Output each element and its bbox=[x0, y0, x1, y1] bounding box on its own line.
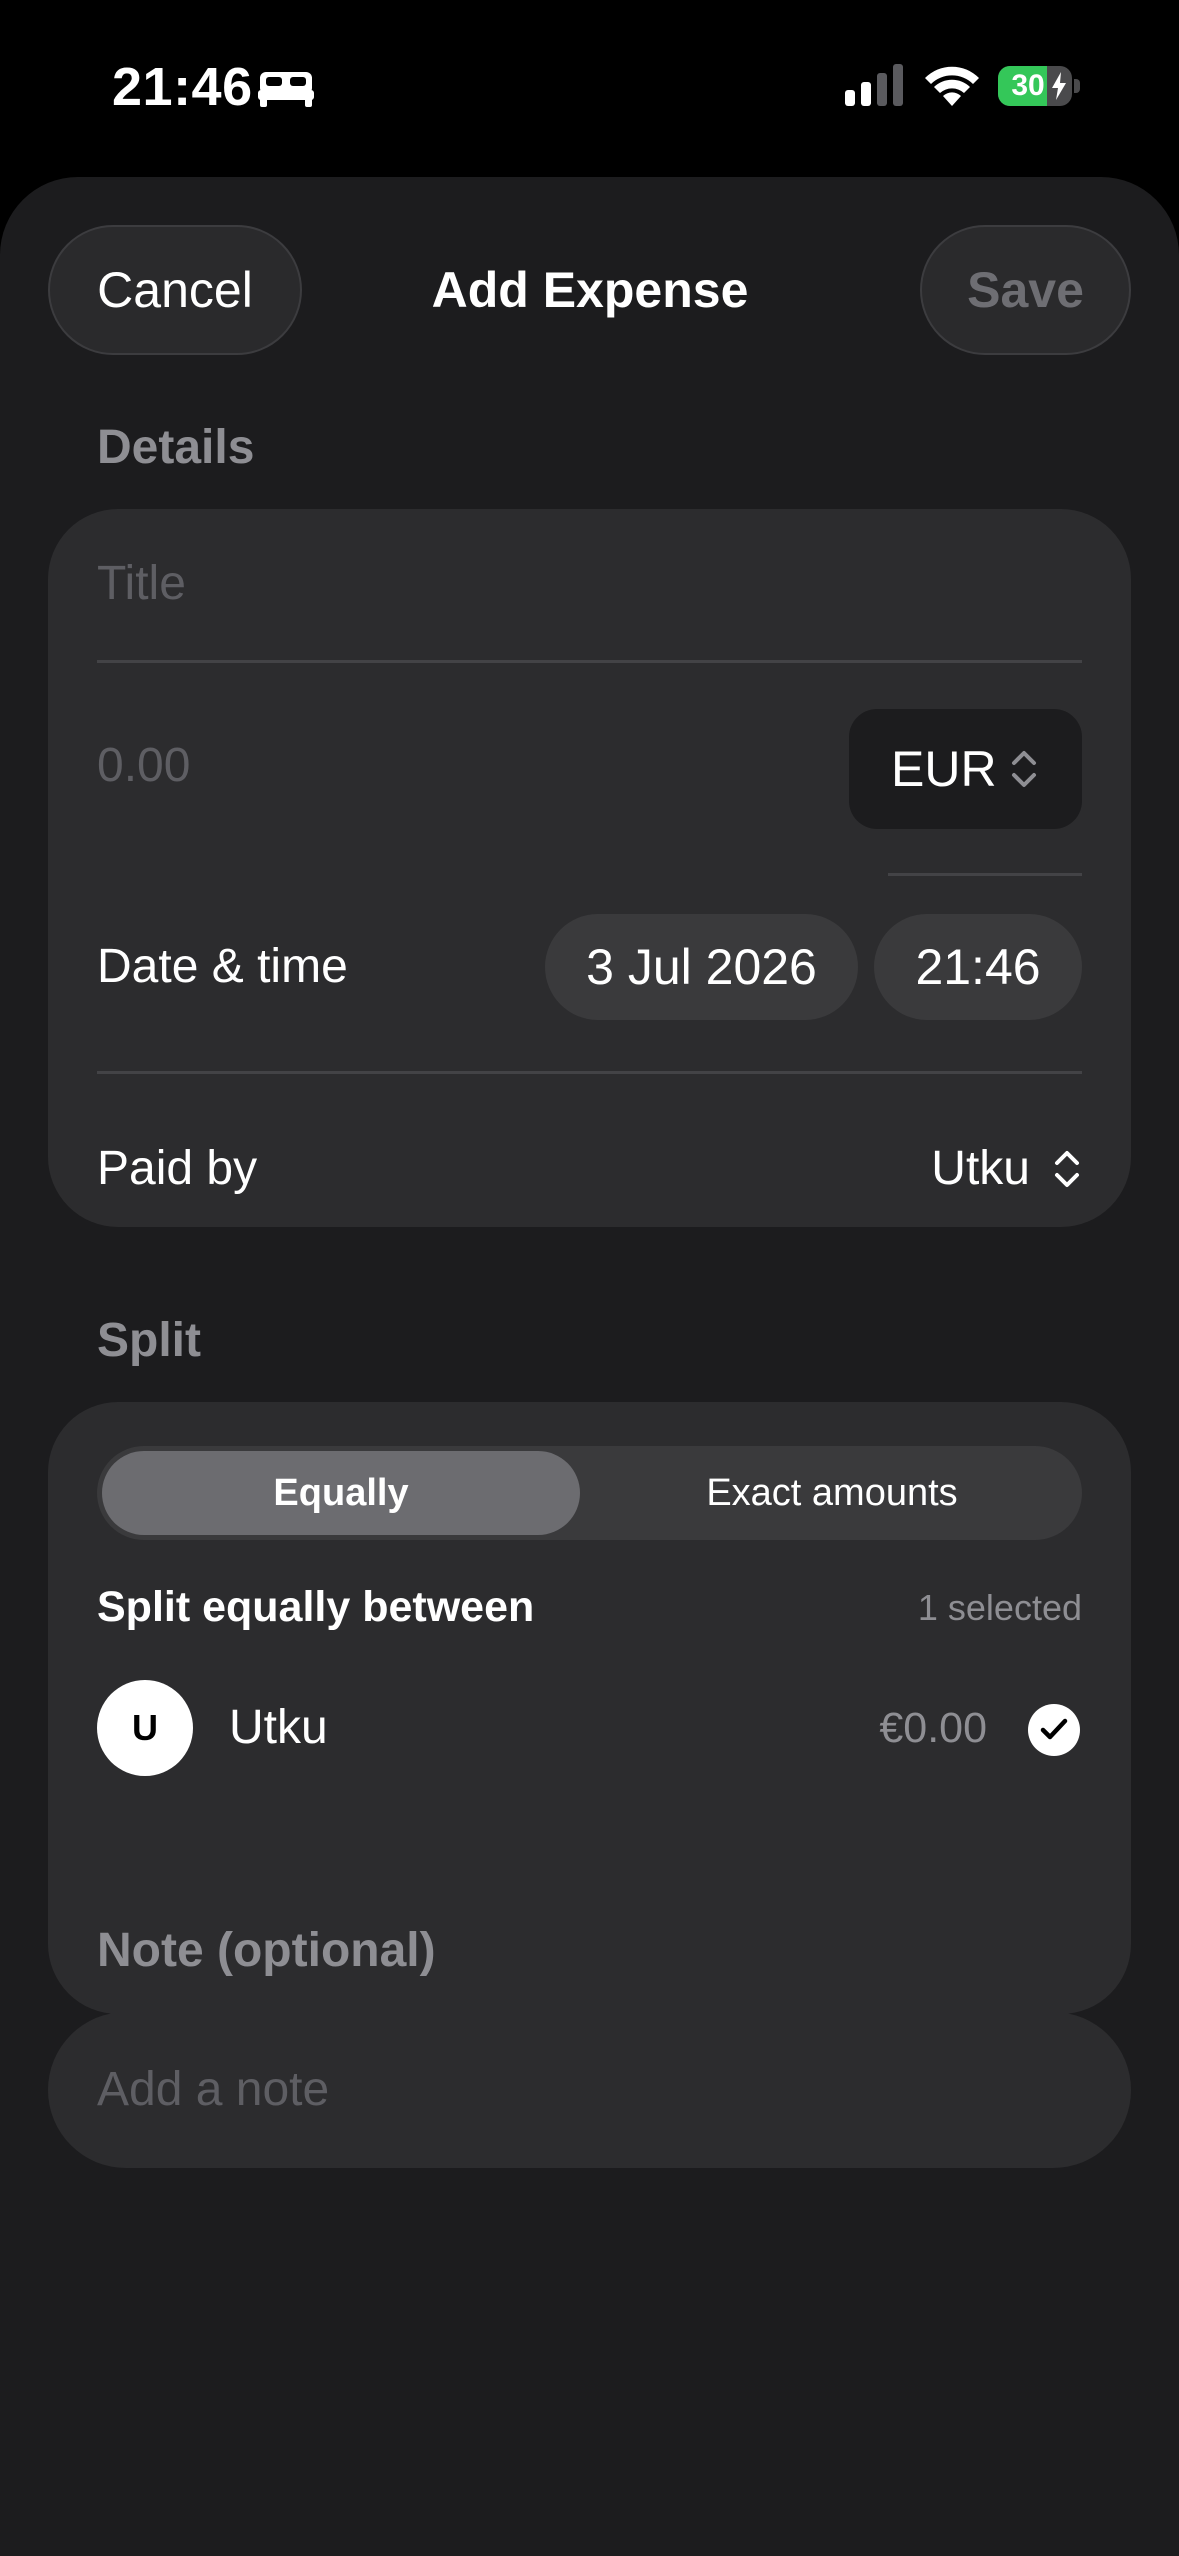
wifi-icon bbox=[925, 66, 979, 106]
cancel-button[interactable]: Cancel bbox=[48, 225, 302, 355]
charging-bolt-icon bbox=[1052, 72, 1066, 100]
details-section-label: Details bbox=[97, 421, 255, 474]
segment-equally[interactable]: Equally bbox=[102, 1451, 580, 1535]
battery-icon: 30 bbox=[998, 66, 1080, 106]
bed-icon bbox=[258, 72, 314, 107]
page-title: Add Expense bbox=[431, 262, 749, 318]
chevron-up-down-icon bbox=[1012, 751, 1036, 787]
member-amount: €0.00 bbox=[879, 1704, 987, 1752]
status-bar: 21:46 30 bbox=[0, 0, 1179, 175]
time-picker-button[interactable]: 21:46 bbox=[874, 914, 1082, 1020]
split-heading: Split equally between bbox=[97, 1583, 535, 1631]
selected-count: 1 selected bbox=[917, 1587, 1082, 1628]
paid-by-picker[interactable]: Utku bbox=[868, 1119, 1082, 1219]
divider bbox=[97, 660, 1082, 663]
status-time: 21:46 bbox=[112, 57, 253, 117]
segment-exact-amounts[interactable]: Exact amounts bbox=[587, 1451, 1077, 1535]
checkmark-icon[interactable] bbox=[1028, 1704, 1080, 1756]
divider bbox=[888, 873, 1082, 876]
currency-label: EUR bbox=[891, 741, 997, 797]
battery-level: 30 bbox=[1011, 69, 1045, 102]
note-placeholder: Add a note bbox=[97, 2063, 330, 2116]
cellular-signal-icon bbox=[845, 64, 903, 106]
note-input[interactable]: Add a note bbox=[48, 2012, 1131, 2168]
chevron-up-down-icon bbox=[1055, 1151, 1079, 1187]
avatar: U bbox=[97, 1680, 193, 1776]
save-button[interactable]: Save bbox=[920, 225, 1131, 355]
date-picker-button[interactable]: 3 Jul 2026 bbox=[545, 914, 858, 1020]
divider bbox=[97, 1071, 1082, 1074]
member-row[interactable]: U Utku €0.00 bbox=[97, 1680, 1082, 1776]
split-section-label: Split bbox=[97, 1314, 201, 1367]
member-name: Utku bbox=[229, 1701, 328, 1754]
currency-picker[interactable]: EUR bbox=[849, 709, 1082, 829]
add-expense-sheet: Cancel Add Expense Save Details Title 0.… bbox=[0, 177, 1179, 2556]
amount-input[interactable]: 0.00 bbox=[97, 731, 697, 801]
split-mode-segmented-control: Equally Exact amounts bbox=[97, 1446, 1082, 1540]
date-time-label: Date & time bbox=[97, 940, 348, 993]
title-input[interactable]: Title bbox=[97, 549, 1077, 619]
paid-by-label: Paid by bbox=[97, 1142, 258, 1195]
paid-by-value: Utku bbox=[931, 1142, 1030, 1195]
note-section-label: Note (optional) bbox=[97, 1924, 436, 1977]
details-card: Title 0.00 EUR Date & time 3 Jul 2026 21… bbox=[48, 509, 1131, 1227]
